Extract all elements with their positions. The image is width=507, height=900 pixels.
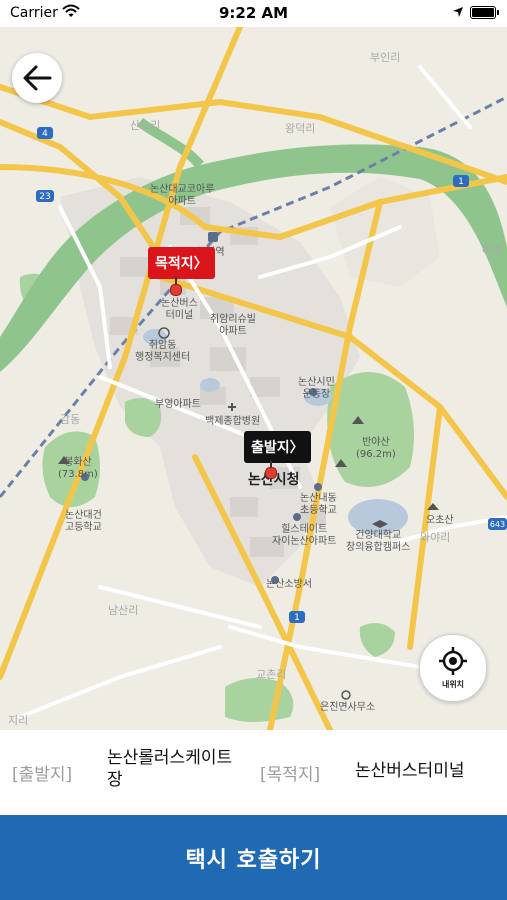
destination-marker-pin[interactable] (170, 284, 182, 296)
map-label-chwiam-apt: 취암리슈빌 아파트 (210, 314, 256, 337)
map-label-bridge-apt: 논산대교코아루 아파트 (150, 184, 215, 207)
map-label-chwiam-center: 취암동 행정복지센터 (135, 340, 191, 363)
my-location-button[interactable]: 내위치 (419, 634, 487, 702)
back-button[interactable] (12, 53, 62, 103)
start-label: [출발지] (12, 765, 73, 785)
map-label-wangdeokri: 왕덕리 (285, 122, 316, 135)
destination-label: [목적지] (260, 765, 321, 785)
map-label-stadium: 논산시민 운동장 (298, 377, 335, 400)
map-label-ochosan: 오초산 (426, 515, 454, 526)
status-bar: Carrier 9:22 AM (0, 0, 507, 27)
map-label-gyochonri: 교촌리 (256, 668, 287, 681)
my-location-label: 내위치 (441, 680, 465, 689)
back-arrow-icon (23, 65, 52, 91)
start-marker-pin[interactable] (265, 467, 277, 479)
call-taxi-button[interactable]: 택시 호출하기 (0, 815, 507, 900)
map-label-wayari: 와야리 (420, 531, 451, 544)
start-value[interactable]: 논산롤러스케이트장 (107, 747, 242, 791)
map-label-bus-terminal: 논산버스 터미널 (161, 298, 198, 321)
crosshair-icon (439, 647, 467, 675)
map-base (0, 27, 507, 730)
map-label-sannori: 산노리 (130, 119, 161, 132)
destination-value[interactable]: 논산버스터미널 (355, 760, 464, 782)
map-label-aho: 아호 (482, 244, 503, 257)
route-shield-1-north: 1 (458, 177, 464, 187)
map-label-banyasan: 반야산 (96.2m) (356, 437, 396, 460)
route-summary: [출발지] 논산롤러스케이트장 [목적지] 논산버스터미널 (0, 730, 507, 815)
map-view[interactable]: 부인리 왕덕리 산노리 논산대교코아루 아파트 논산역 논산버스 터미널 취암동… (0, 27, 507, 730)
map-label-baekje-hospital: 백제종합병원 (205, 416, 261, 427)
route-shield-643: 643 (489, 520, 506, 529)
map-label-bonghwasan: 봉화산 (73.8m) (58, 457, 98, 480)
map-label-namsanri: 남산리 (108, 604, 139, 617)
map-label-buyoung-apt: 부영아파트 (155, 399, 201, 410)
map-label-buinri: 부인리 (370, 51, 401, 64)
map-label-konyang: 건양대학교 창의융합캠퍼스 (346, 530, 411, 553)
battery-tip (497, 10, 499, 15)
start-marker-tag[interactable]: 출발지〉 (244, 431, 311, 463)
map-label-gamdong: 감동 (60, 413, 81, 426)
location-arrow-icon (453, 7, 463, 17)
map-label-naedong-elem: 논산내동 초등학교 (300, 493, 337, 516)
map-label-hillstate: 힐스테이트 자이논산아파트 (272, 524, 337, 547)
map-label-eunjin-office: 은진면사무소 (320, 702, 376, 713)
battery-icon (470, 6, 496, 19)
route-shield-1-south: 1 (294, 613, 300, 623)
map-label-daejeon-high: 논산대건 고등학교 (65, 510, 102, 533)
route-shield-4: 4 (42, 129, 48, 139)
map-label-fire-station: 논산소방서 (266, 579, 312, 590)
map-label-jiri: 지리 (8, 714, 29, 727)
destination-marker-tag[interactable]: 목적지〉 (148, 247, 215, 279)
route-shield-23: 23 (39, 192, 51, 202)
status-time: 9:22 AM (218, 4, 289, 22)
